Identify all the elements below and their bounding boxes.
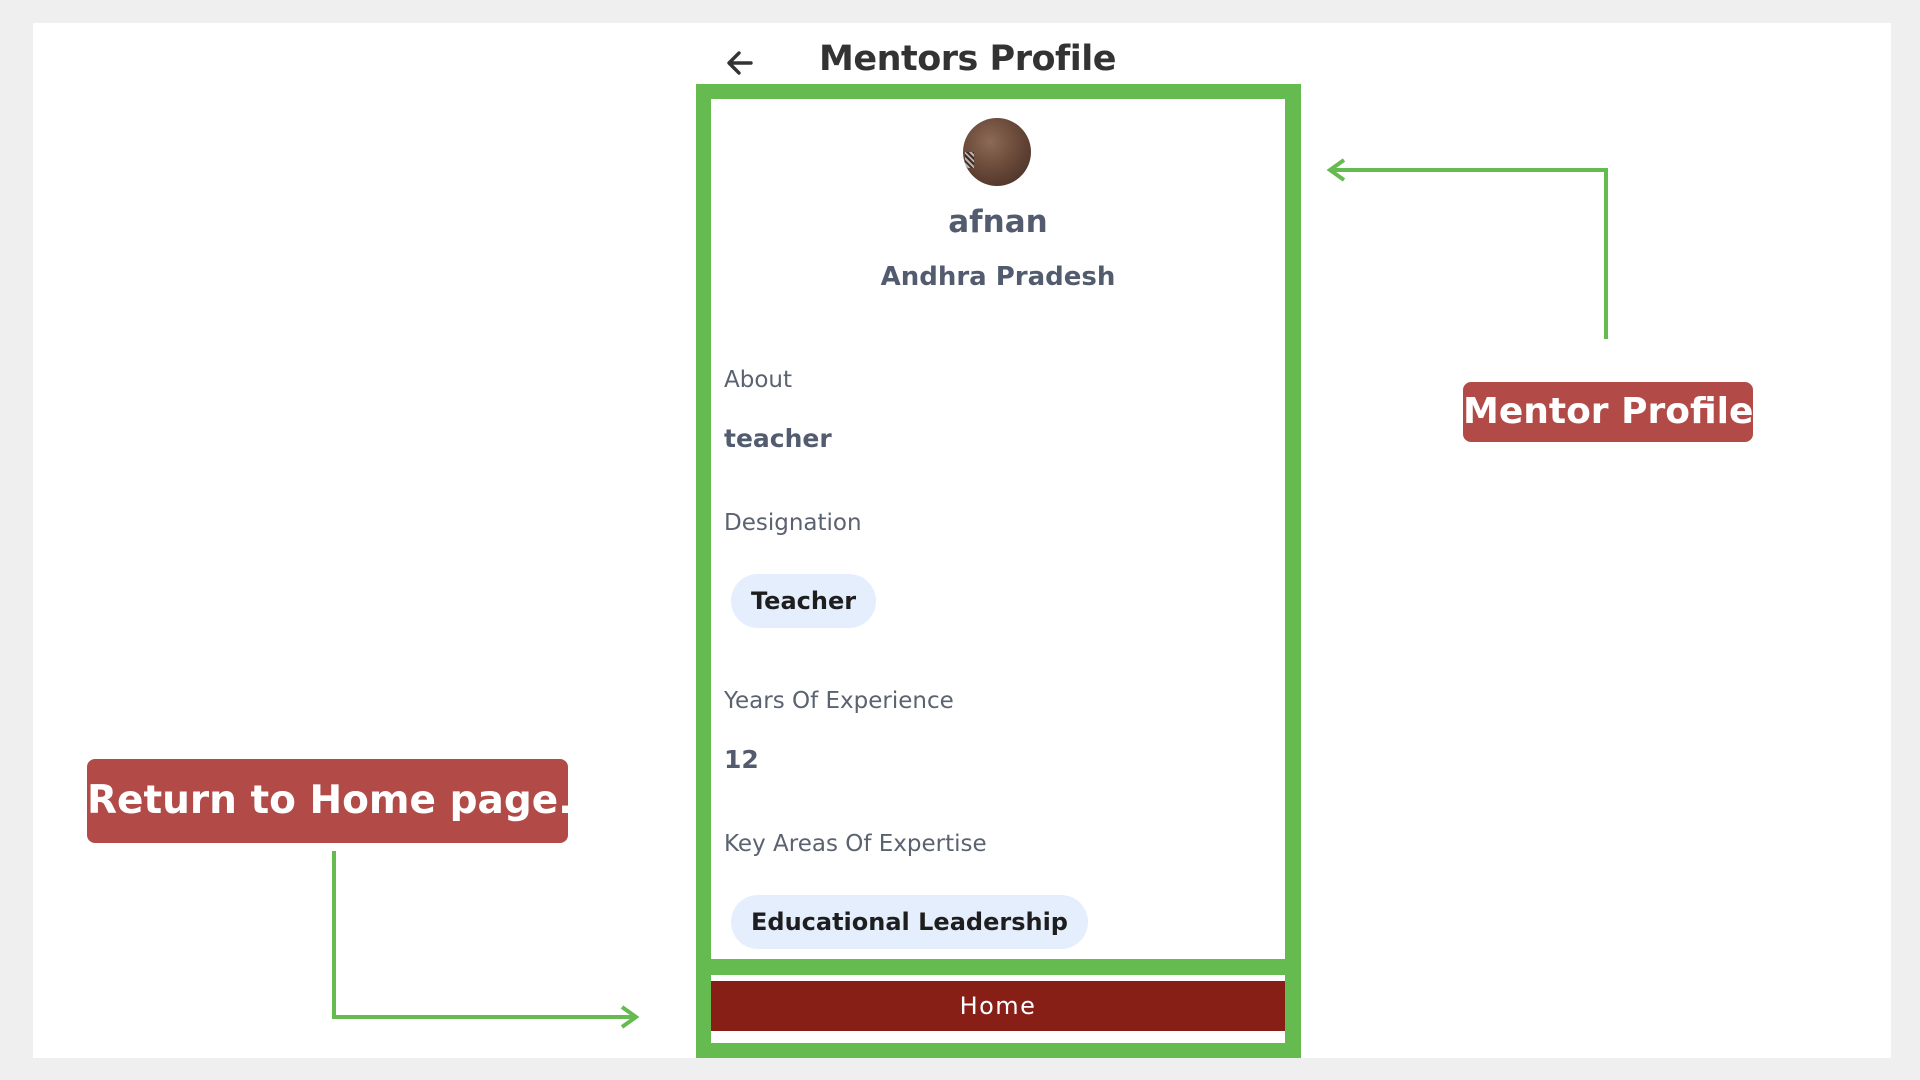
mentor-profile-callout: Mentor Profile bbox=[1463, 382, 1753, 442]
mentor-profile-highlight: afnan Andhra Pradesh About teacher Desig… bbox=[696, 84, 1301, 1058]
profile-card: afnan Andhra Pradesh About teacher Desig… bbox=[711, 99, 1285, 959]
experience-value: 12 bbox=[724, 745, 759, 774]
bottom-bar: Home bbox=[711, 975, 1285, 1043]
designation-label: Designation bbox=[724, 510, 862, 536]
app-header: Mentors Profile bbox=[720, 35, 1140, 91]
expertise-chip: Educational Leadership bbox=[731, 895, 1088, 949]
designation-chip: Teacher bbox=[731, 574, 877, 628]
return-home-callout: Return to Home page. bbox=[87, 759, 573, 843]
arrow-left-icon[interactable] bbox=[720, 43, 760, 83]
experience-label: Years Of Experience bbox=[724, 688, 954, 714]
about-label: About bbox=[724, 367, 793, 393]
expertise-label: Key Areas Of Expertise bbox=[724, 831, 987, 857]
page-title: Mentors Profile bbox=[819, 39, 1116, 79]
mentor-location: Andhra Pradesh bbox=[880, 262, 1116, 292]
home-button[interactable]: Home bbox=[711, 981, 1285, 1031]
about-value: teacher bbox=[724, 424, 832, 453]
mentor-name: afnan bbox=[948, 204, 1048, 240]
avatar bbox=[963, 118, 1031, 186]
